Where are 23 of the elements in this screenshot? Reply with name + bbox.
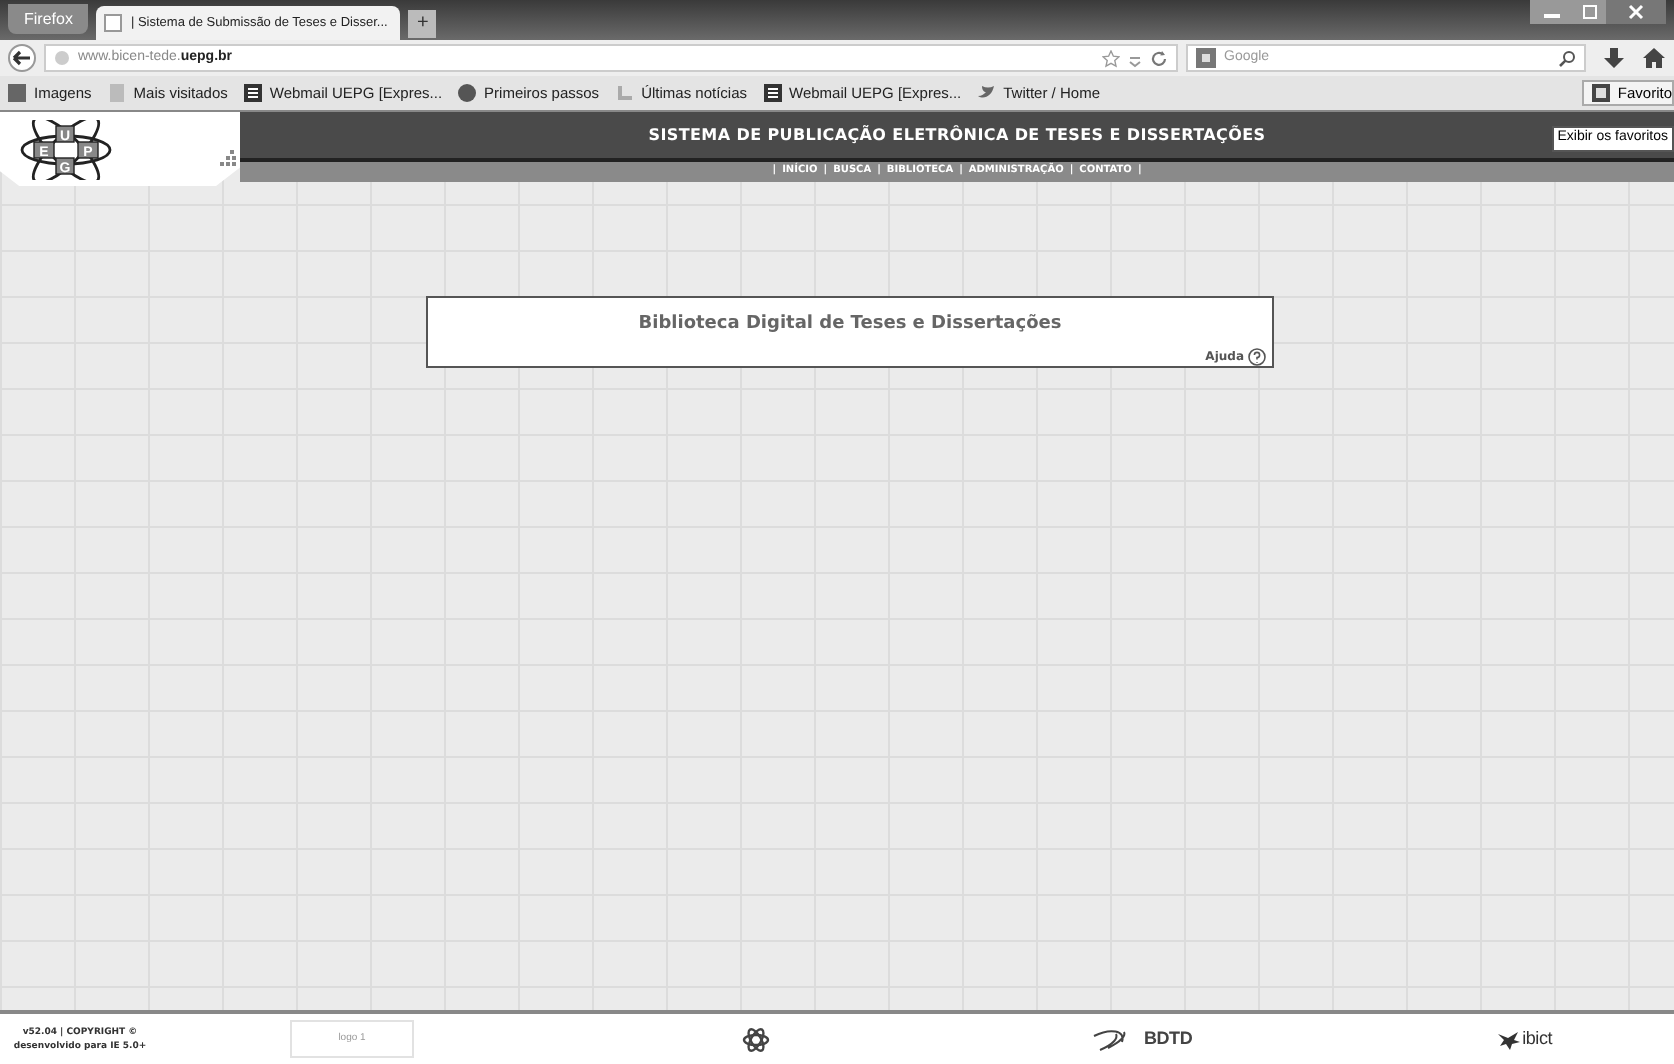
back-icon[interactable] <box>8 44 36 72</box>
star-icon[interactable] <box>1102 49 1120 67</box>
ibict-logo-text: ibict <box>1522 1025 1552 1052</box>
close-icon[interactable] <box>1606 0 1666 24</box>
card-heading: Biblioteca Digital de Teses e Dissertações <box>638 312 1062 338</box>
maximize-icon[interactable] <box>1574 0 1606 24</box>
reload-icon[interactable] <box>1150 49 1168 67</box>
site-title: SISTEMA DE PUBLICAÇÃO ELETRÔNICA DE TESES E DISSERTAÇÕES <box>648 123 1266 147</box>
mail-icon <box>763 84 781 102</box>
dots-icon[interactable] <box>220 149 236 165</box>
bdtd-logo-text: BDTD <box>1144 1025 1193 1052</box>
download-icon[interactable] <box>1602 46 1626 70</box>
mail-icon <box>243 84 262 102</box>
new-tab-button[interactable]: + <box>408 10 437 38</box>
sidebar-icon <box>1591 84 1610 102</box>
search-engine-icon[interactable] <box>1196 48 1216 68</box>
home-icon[interactable] <box>1642 46 1666 70</box>
page-icon <box>104 14 123 32</box>
square-icon <box>8 84 26 102</box>
search-icon[interactable] <box>1558 49 1576 67</box>
minimize-icon[interactable] <box>1530 0 1574 24</box>
atom-icon[interactable] <box>742 1025 770 1053</box>
globe-icon <box>458 84 477 102</box>
